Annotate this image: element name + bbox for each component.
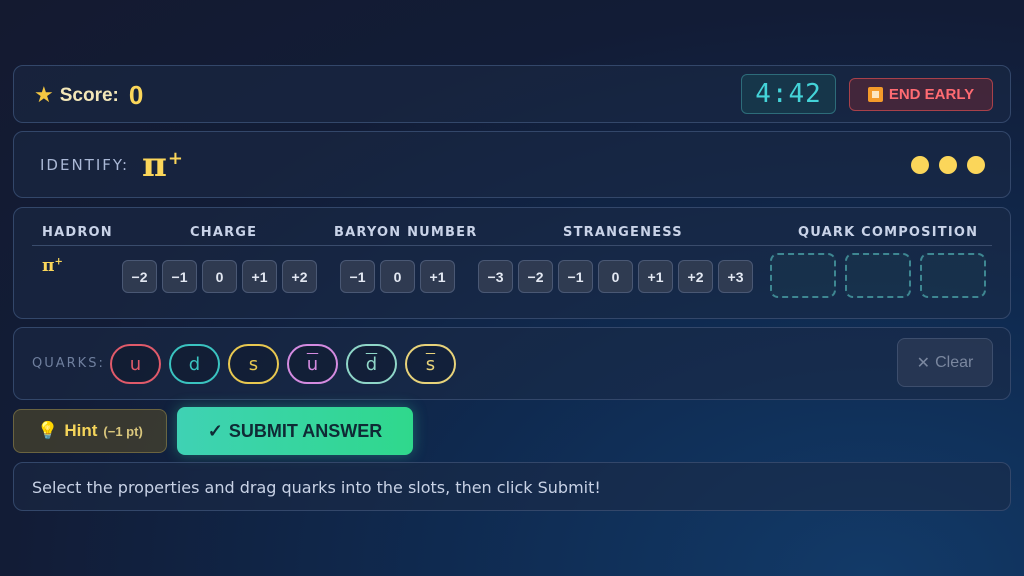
row-hadron: π+ [42, 256, 63, 276]
quark-symbol: d [188, 353, 201, 375]
strangeness-option[interactable]: −1 [558, 260, 593, 293]
target-particle-charge: + [167, 147, 183, 169]
quark-symbol: s [425, 353, 436, 375]
header-quark-composition: QUARK COMPOSITION [798, 225, 979, 240]
quark-s-chip[interactable]: s [228, 344, 279, 384]
submit-label: SUBMIT ANSWER [228, 420, 383, 441]
hint-button[interactable]: 💡 Hint (−1 pt) [13, 409, 167, 453]
properties-table: HADRON CHARGE BARYON NUMBER STRANGENESS … [13, 207, 1011, 319]
charge-option[interactable]: +2 [282, 260, 317, 293]
quark-u-chip[interactable]: u [110, 344, 161, 384]
countdown-timer: 4:42 [741, 74, 836, 114]
quark-drop-slot[interactable] [845, 253, 911, 298]
row-hadron-charge: + [54, 256, 63, 268]
header-strangeness: STRANGENESS [563, 225, 683, 240]
end-early-button[interactable]: END EARLY [849, 78, 993, 111]
charge-option[interactable]: −2 [122, 260, 157, 293]
quark-drop-slot[interactable] [770, 253, 836, 298]
life-dot [939, 156, 957, 174]
quark-d-chip[interactable]: d [169, 344, 220, 384]
lives-indicator [911, 156, 985, 174]
strangeness-option[interactable]: −2 [518, 260, 553, 293]
strangeness-option[interactable]: −3 [478, 260, 513, 293]
header-hadron: HADRON [42, 225, 113, 240]
score-label: Score: [59, 84, 119, 106]
strangeness-option[interactable]: +3 [718, 260, 753, 293]
life-dot [967, 156, 985, 174]
lightbulb-icon: 💡 [37, 421, 59, 440]
quark-symbol: d [365, 353, 378, 375]
quark-drop-slot[interactable] [920, 253, 986, 298]
anti-quark-u-chip[interactable]: u [287, 344, 338, 384]
star-icon: ★ [34, 82, 54, 108]
strangeness-option[interactable]: +1 [638, 260, 673, 293]
baryon-option[interactable]: +1 [420, 260, 455, 293]
charge-option[interactable]: +1 [242, 260, 277, 293]
charge-option[interactable]: 0 [202, 260, 237, 293]
quarks-label: QUARKS: [32, 356, 105, 371]
identify-label: IDENTIFY: [40, 156, 130, 174]
header-charge: CHARGE [190, 225, 258, 240]
clear-label: Clear [935, 353, 974, 371]
anti-quark-s-chip[interactable]: s [405, 344, 456, 384]
end-early-label: END EARLY [888, 86, 975, 103]
identify-panel: IDENTIFY: π+ [13, 131, 1011, 198]
charge-option[interactable]: −1 [162, 260, 197, 293]
header-divider [32, 245, 992, 246]
score: ★ Score: 0 [34, 80, 143, 111]
baryon-option[interactable]: −1 [340, 260, 375, 293]
anti-quark-d-chip[interactable]: d [346, 344, 397, 384]
quark-symbol: s [248, 353, 259, 375]
score-bar: ★ Score: 0 4:42 END EARLY [13, 65, 1011, 123]
strangeness-option[interactable]: +2 [678, 260, 713, 293]
hint-cost: (−1 pt) [103, 423, 143, 439]
baryon-option[interactable]: 0 [380, 260, 415, 293]
score-value: 0 [128, 80, 144, 110]
quark-symbol: u [306, 353, 319, 375]
quark-symbol: u [129, 353, 142, 375]
target-particle-symbol: π [142, 145, 167, 185]
check-icon: ✓ [207, 420, 223, 441]
status-message: Select the properties and drag quarks in… [32, 478, 601, 497]
quark-palette: QUARKS: u d s u d s ✕ Clear [13, 327, 1011, 400]
strangeness-option[interactable]: 0 [598, 260, 633, 293]
header-baryon-number: BARYON NUMBER [334, 225, 478, 240]
hint-label: Hint [64, 421, 98, 440]
status-bar: Select the properties and drag quarks in… [13, 462, 1011, 511]
close-icon: ✕ [916, 354, 931, 372]
life-dot [911, 156, 929, 174]
submit-answer-button[interactable]: ✓ SUBMIT ANSWER [177, 407, 413, 455]
clear-button[interactable]: ✕ Clear [897, 338, 993, 387]
stop-icon [867, 87, 883, 102]
row-hadron-symbol: π [42, 256, 55, 276]
target-particle: π+ [142, 145, 183, 185]
